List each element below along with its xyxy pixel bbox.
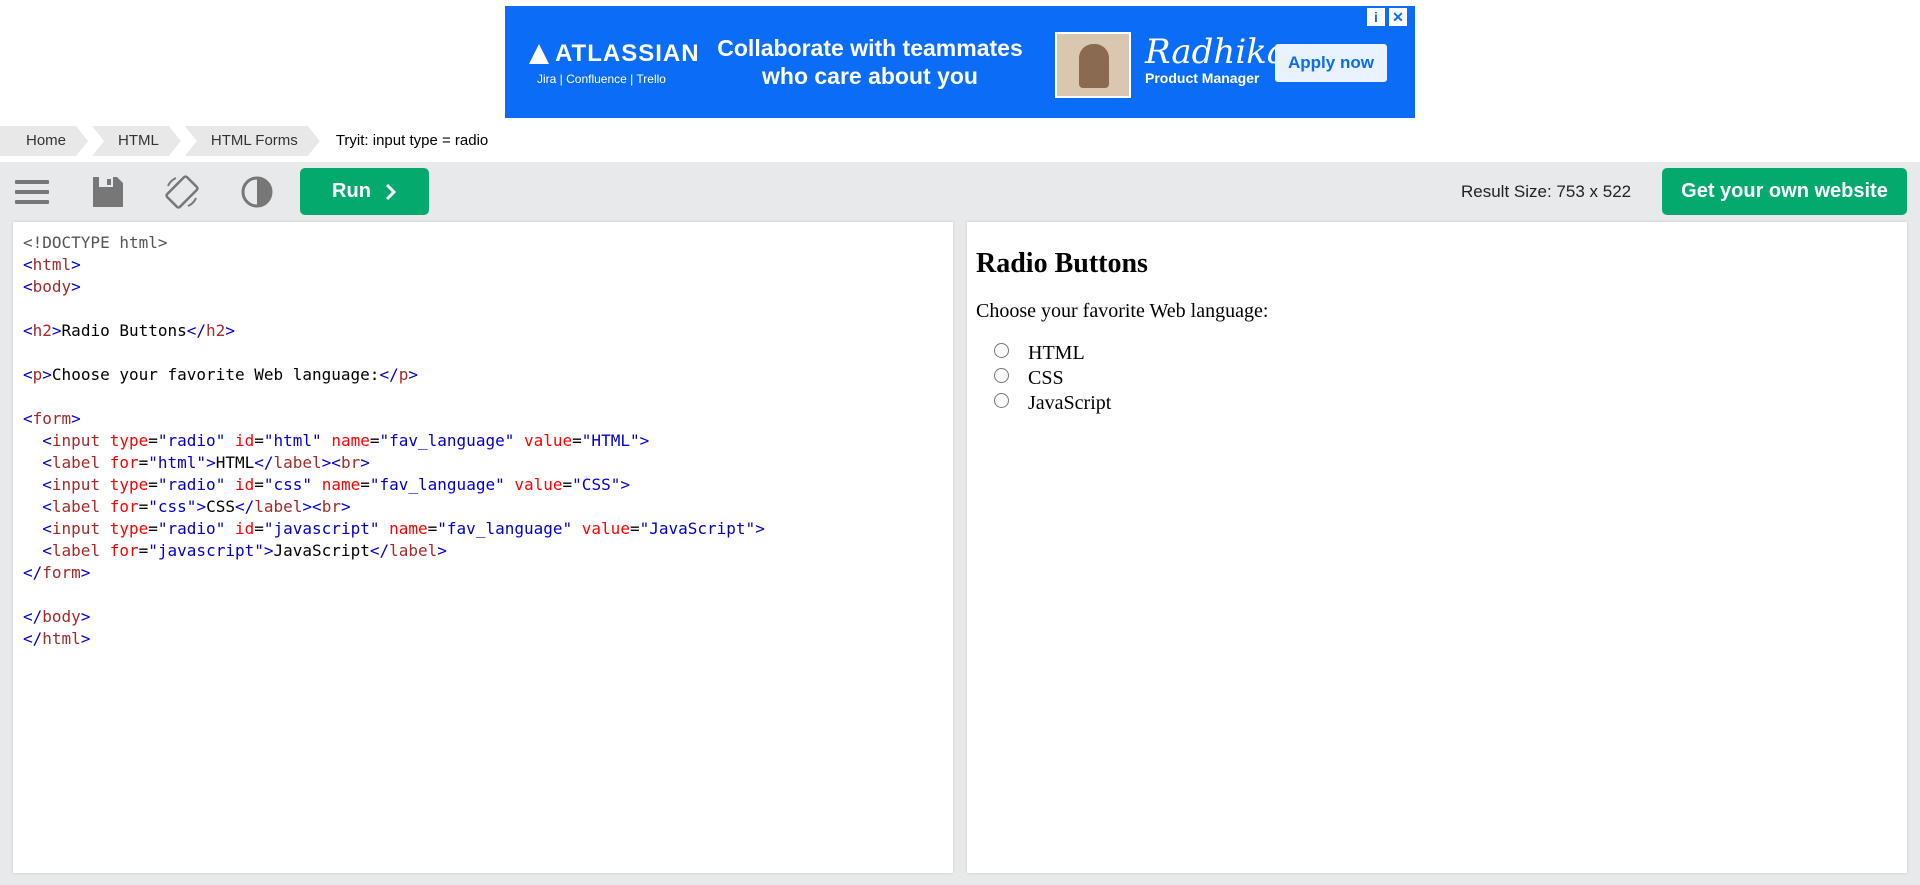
result-panel: Radio Buttons Choose your favorite Web l…	[967, 222, 1907, 873]
ad-logo: ATLASSIAN Jira | Confluence | Trello	[529, 40, 699, 86]
menu-icon[interactable]	[14, 174, 50, 210]
code-line: <label for="css">CSS</label><br>	[42, 497, 351, 516]
result-prompt: Choose your favorite Web language:	[976, 300, 1269, 322]
breadcrumb-home[interactable]: Home	[0, 126, 88, 156]
code-line: <p>Choose your favorite Web language:</p…	[23, 365, 418, 384]
code-line: </body>	[23, 607, 91, 626]
radio-group: HTML CSS JavaScript	[976, 341, 1268, 416]
code-line: <label for="javascript">JavaScript</labe…	[42, 541, 447, 560]
breadcrumb: Home HTML HTML Forms Tryit: input type =…	[0, 126, 514, 156]
breadcrumb-html-forms[interactable]: HTML Forms	[185, 126, 320, 156]
ad-controls[interactable]: i ✕	[1367, 8, 1407, 26]
radio-label-css[interactable]: CSS	[1028, 367, 1064, 390]
result-size: Result Size: 753 x 522	[1461, 182, 1632, 201]
code-line: </form>	[23, 563, 91, 582]
code-line: <input type="radio" id="javascript" name…	[42, 519, 765, 538]
code-line: <body>	[23, 277, 81, 296]
ad-photo	[1055, 32, 1131, 98]
ad-brand: ATLASSIAN	[555, 40, 700, 67]
breadcrumb-current: Tryit: input type = radio	[335, 132, 489, 149]
code-line: <html>	[23, 255, 81, 274]
ad-role: Product Manager	[1145, 70, 1260, 86]
run-button[interactable]: Run	[300, 168, 429, 215]
run-label: Run	[332, 180, 371, 202]
code-line: <h2>Radio Buttons</h2>	[23, 321, 235, 340]
ad-signature: Radhika	[1145, 32, 1288, 72]
radio-button-javascript[interactable]	[994, 393, 1009, 408]
code-editor[interactable]: <!DOCTYPE html> <html> <body> <h2>Radio …	[13, 222, 953, 873]
code-text[interactable]: <!DOCTYPE html> <html> <body> <h2>Radio …	[23, 232, 765, 650]
ad-headline: Collaborate with teammates who care abou…	[705, 34, 1035, 90]
atlassian-logo-icon	[529, 44, 549, 64]
code-line: </html>	[23, 629, 91, 648]
ad-close-icon[interactable]: ✕	[1389, 8, 1407, 26]
breadcrumb-html[interactable]: HTML	[92, 126, 181, 156]
result-heading: Radio Buttons	[976, 248, 1148, 279]
radio-option-css[interactable]: CSS	[994, 366, 1268, 391]
editor-area: <!DOCTYPE html> <html> <body> <h2>Radio …	[0, 220, 1920, 885]
ad-banner[interactable]: i ✕ ATLASSIAN Jira | Confluence | Trello…	[505, 6, 1415, 118]
radio-label-html[interactable]: HTML	[1028, 342, 1085, 365]
get-own-website-button[interactable]: Get your own website	[1662, 168, 1907, 215]
code-line: <label for="html">HTML</label><br>	[42, 453, 370, 472]
save-icon[interactable]	[90, 174, 126, 210]
radio-button-css[interactable]	[994, 368, 1009, 383]
code-line: <input type="radio" id="html" name="fav_…	[42, 431, 650, 450]
ad-info-icon[interactable]: i	[1367, 8, 1385, 26]
code-line: <form>	[23, 409, 81, 428]
contrast-icon[interactable]	[239, 174, 275, 210]
radio-button-html[interactable]	[994, 343, 1009, 358]
radio-label-javascript[interactable]: JavaScript	[1028, 392, 1111, 415]
rotate-icon[interactable]	[164, 174, 200, 210]
code-line: <input type="radio" id="css" name="fav_l…	[42, 475, 630, 494]
ad-headline-line2: who care about you	[762, 63, 978, 89]
code-line: <!DOCTYPE html>	[23, 233, 168, 252]
radio-option-html[interactable]: HTML	[994, 341, 1268, 366]
ad-apply-button[interactable]: Apply now	[1275, 44, 1387, 82]
ad-products: Jira | Confluence | Trello	[537, 72, 666, 86]
chevron-right-icon	[385, 183, 397, 200]
radio-option-javascript[interactable]: JavaScript	[994, 391, 1268, 416]
result-document: Radio Buttons Choose your favorite Web l…	[976, 222, 1268, 416]
ad-headline-line1: Collaborate with teammates	[717, 35, 1023, 61]
toolbar: Run Result Size: 753 x 522 Get your own …	[0, 162, 1920, 220]
